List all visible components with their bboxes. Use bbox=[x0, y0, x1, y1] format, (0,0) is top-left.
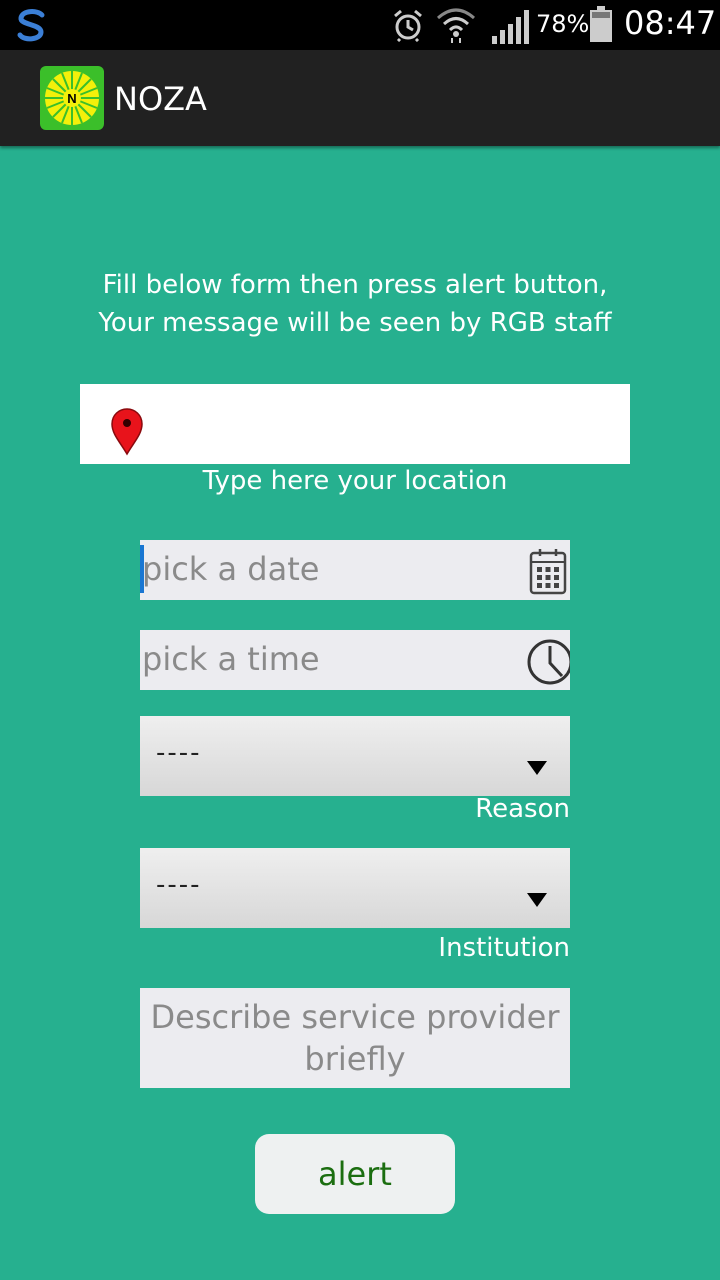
clock-icon[interactable] bbox=[526, 632, 570, 690]
calendar-icon[interactable] bbox=[528, 548, 568, 596]
alarm-icon bbox=[394, 9, 422, 42]
s-app-icon bbox=[17, 9, 45, 42]
location-input[interactable] bbox=[80, 384, 630, 464]
description-placeholder: Describe service provider briefly bbox=[150, 998, 560, 1078]
intro-line-1: Fill below form then press alert button, bbox=[102, 270, 608, 300]
date-field[interactable]: pick a date bbox=[140, 540, 570, 600]
app-bar: N NOZA bbox=[0, 50, 720, 146]
date-placeholder: pick a date bbox=[142, 550, 320, 588]
app-title: NOZA bbox=[114, 80, 207, 118]
status-bar: 78% 08:47 bbox=[0, 0, 720, 50]
alert-button[interactable]: alert bbox=[255, 1134, 455, 1214]
description-input[interactable]: Describe service provider briefly bbox=[140, 988, 570, 1088]
reason-value: ---- bbox=[156, 738, 202, 768]
reason-dropdown[interactable]: ---- bbox=[140, 716, 570, 796]
clock: 08:47 bbox=[624, 4, 717, 42]
institution-label: Institution bbox=[438, 933, 570, 963]
app-logo-icon[interactable]: N bbox=[40, 66, 104, 130]
intro-text: Fill below form then press alert button,… bbox=[0, 266, 710, 342]
institution-dropdown[interactable]: ---- bbox=[140, 848, 570, 928]
battery-percent: 78% bbox=[536, 10, 590, 38]
time-placeholder: pick a time bbox=[142, 640, 320, 678]
svg-text:N: N bbox=[67, 91, 76, 106]
map-pin-icon bbox=[111, 408, 143, 456]
dropdown-arrow-icon bbox=[527, 893, 547, 907]
institution-value: ---- bbox=[156, 870, 202, 900]
location-label: Type here your location bbox=[202, 466, 508, 496]
battery-icon bbox=[590, 6, 612, 42]
intro-line-2: Your message will be seen by RGB staff bbox=[98, 308, 612, 338]
dropdown-arrow-icon bbox=[527, 761, 547, 775]
signal-icon bbox=[492, 10, 529, 44]
reason-label: Reason bbox=[475, 794, 570, 824]
time-field[interactable]: pick a time bbox=[140, 630, 570, 690]
wifi-icon bbox=[437, 8, 475, 43]
